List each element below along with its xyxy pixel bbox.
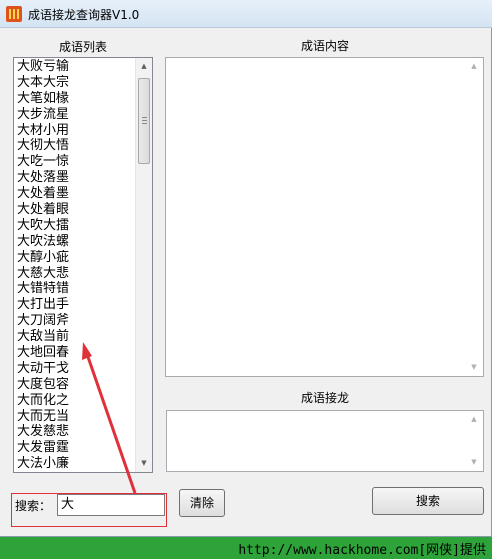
watermark-text: http://www.hackhome.com[网侠]提供 bbox=[238, 543, 486, 558]
annotation-arrow-icon bbox=[82, 342, 137, 494]
app-window: 成语接龙查询器V1.0 成语列表 大败亏输 大本大宗 大笔如椽 大步流星 大材小用 大彻大… bbox=[0, 0, 492, 537]
arrow-shaft bbox=[85, 353, 137, 494]
watermark-bar: http://www.hackhome.com[网侠]提供 bbox=[0, 537, 492, 559]
